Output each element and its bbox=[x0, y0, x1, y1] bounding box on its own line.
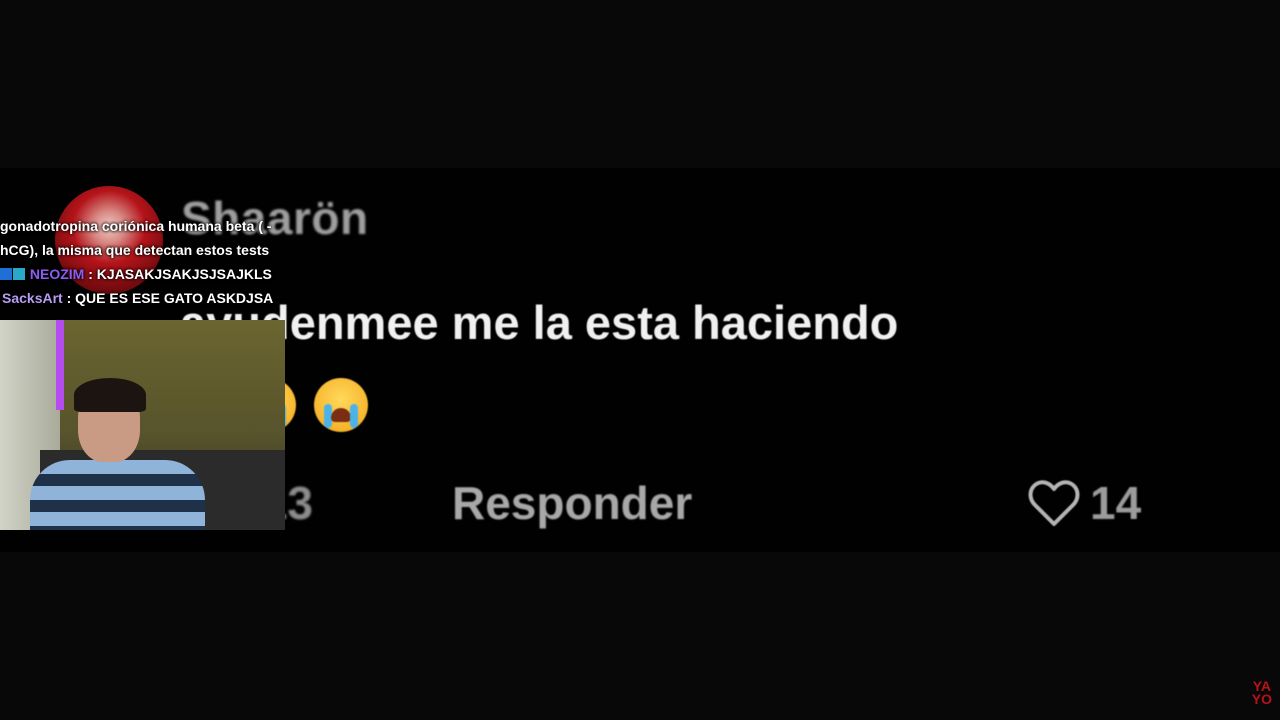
chat-message-text: KJASAKJSAKJSJSAJKLS bbox=[96, 266, 272, 282]
webcam-overlay bbox=[0, 320, 285, 530]
streamer-body bbox=[30, 460, 205, 530]
chat-separator: : bbox=[84, 266, 97, 282]
chat-badge-icon bbox=[0, 268, 12, 280]
chat-message: gonadotropina coriónica humana beta ( -h… bbox=[0, 214, 290, 262]
heart-outline-icon[interactable] bbox=[1028, 480, 1080, 528]
watermark-bottom: YO bbox=[1251, 691, 1272, 707]
webcam-led-strip bbox=[56, 320, 64, 410]
chat-message-text: gonadotropina coriónica humana beta ( -h… bbox=[0, 218, 272, 258]
reply-button[interactable]: Responder bbox=[452, 476, 692, 530]
streamer-hair bbox=[74, 378, 146, 412]
chat-username[interactable]: NEOZIM bbox=[30, 266, 84, 282]
crying-face-emoji-icon bbox=[314, 377, 369, 432]
chat-badge-icon bbox=[13, 268, 25, 280]
chat-message-text: QUE ES ESE GATO ASKDJSA bbox=[75, 290, 274, 306]
channel-watermark-logo: YA YO bbox=[1251, 679, 1272, 707]
chat-username[interactable]: SacksArt bbox=[2, 290, 63, 306]
stream-chat-overlay: gonadotropina coriónica humana beta ( -h… bbox=[0, 214, 290, 310]
like-count: 14 bbox=[1090, 477, 1142, 529]
chat-message: SacksArt : QUE ES ESE GATO ASKDJSA bbox=[0, 286, 290, 310]
video-frame: Shaarön ayudenmee me la esta haciendo er… bbox=[0, 0, 1280, 720]
chat-message: NEOZIM : KJASAKJSAKJSJSAJKLS bbox=[0, 262, 290, 286]
chat-separator: : bbox=[62, 290, 76, 306]
